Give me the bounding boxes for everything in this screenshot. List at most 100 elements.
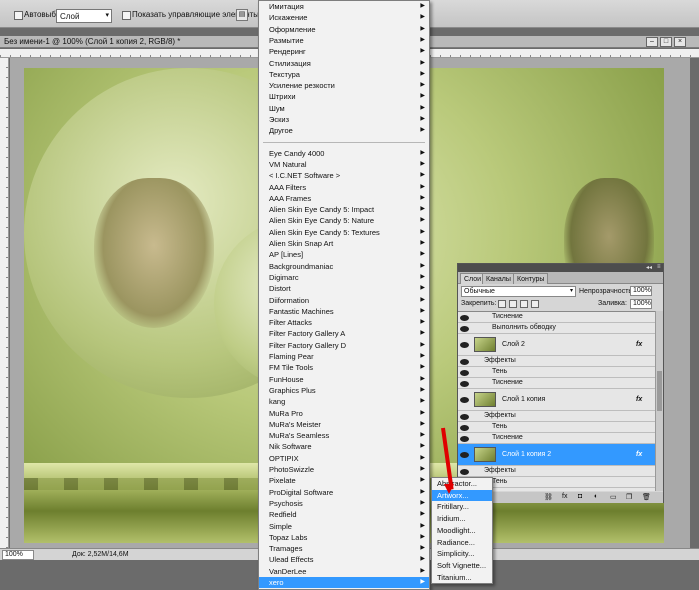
eye-icon[interactable] [460,315,469,321]
menu-item[interactable]: Другое ▶ [259,125,429,136]
submenu-item[interactable]: Titanium... [432,572,492,583]
mask-icon[interactable]: ◘ [578,493,582,500]
menu-item[interactable]: Штрихи ▶ [259,91,429,102]
menu-item[interactable]: Усиление резкости ▶ [259,80,429,91]
link-icon[interactable]: ⛓ [544,493,553,501]
menu-item[interactable]: MuRa's Seamless ▶ [259,430,429,441]
fx-menu-icon[interactable]: fx [562,493,567,500]
fill-field[interactable]: 100% [630,299,652,309]
eye-icon[interactable] [460,452,469,458]
layer-row-sloi-2[interactable]: Слой 2 fx [458,334,655,356]
menu-item[interactable]: Filter Attacks ▶ [259,317,429,328]
menu-item[interactable]: Стилизация ▶ [259,58,429,69]
submenu-item[interactable]: Simplicity... [432,548,492,559]
opacity-field[interactable]: 100% [630,286,652,296]
vertical-ruler[interactable] [0,58,9,548]
lock-all-icon[interactable] [531,300,539,308]
autoselect-checkbox[interactable] [14,11,23,20]
menu-item[interactable]: Alien Skin Eye Candy 5: Impact ▶ [259,204,429,215]
lock-transparent-icon[interactable] [498,300,506,308]
menu-item[interactable]: Filter Factory Gallery D ▶ [259,340,429,351]
folder-icon[interactable]: ▭ [610,493,617,501]
close-icon[interactable]: × [674,37,686,47]
menu-item[interactable]: Topaz Labs ▶ [259,532,429,543]
menu-item[interactable]: AAA Frames ▶ [259,193,429,204]
menu-item[interactable]: Fantastic Machines ▶ [259,306,429,317]
tab-channels[interactable]: Каналы [482,273,515,284]
menu-item[interactable]: Размытие ▶ [259,35,429,46]
menu-item[interactable]: Graphics Plus ▶ [259,385,429,396]
blend-mode-select[interactable]: Обычные ▾ [461,286,576,297]
eye-icon[interactable] [460,414,469,420]
layer-row-sloi-1-kopiya[interactable]: Слой 1 копия fx [458,389,655,411]
menu-item[interactable]: Искажение ▶ [259,12,429,23]
menu-item[interactable]: Шум ▶ [259,103,429,114]
menu-item[interactable]: Рендеринг ▶ [259,46,429,57]
scrollbar-thumb[interactable] [657,371,662,411]
new-layer-icon[interactable]: ❐ [626,493,632,501]
menu-item[interactable]: VanDerLee ▶ [259,566,429,577]
menu-item[interactable]: OPTIPIX ▶ [259,453,429,464]
minimize-icon[interactable]: – [646,37,658,47]
eye-icon[interactable] [460,469,469,475]
menu-item[interactable]: Distort ▶ [259,283,429,294]
panel-header[interactable]: ◂◂ ≡ [458,264,663,272]
fx-icon[interactable]: fx [636,396,642,403]
eye-icon[interactable] [460,370,469,376]
menu-item[interactable]: AP [Lines] ▶ [259,249,429,260]
lock-position-icon[interactable] [520,300,528,308]
eye-icon[interactable] [460,397,469,403]
menu-item[interactable]: Эскиз ▶ [259,114,429,125]
menu-item[interactable]: MuRa's Meister ▶ [259,419,429,430]
effects-row[interactable]: Эффекты [458,356,655,367]
submenu-item[interactable]: Radiance... [432,537,492,548]
menu-item[interactable]: MuRa Pro ▶ [259,408,429,419]
eye-icon[interactable] [460,342,469,348]
menu-item[interactable]: Redfield ▶ [259,509,429,520]
menu-item[interactable]: Diiformation ▶ [259,295,429,306]
fx-icon[interactable]: fx [636,451,642,458]
menu-item[interactable]: Alien Skin Snap Art ▶ [259,238,429,249]
zoom-field[interactable]: 100% [2,550,34,560]
submenu-item[interactable]: Artworx... [432,489,492,501]
eye-icon[interactable] [460,359,469,365]
panel-menu-icon[interactable]: ≡ [657,264,661,270]
tab-paths[interactable]: Контуры [513,273,549,284]
menu-item[interactable]: Pixelate ▶ [259,475,429,486]
effect-row[interactable]: Тиснение [458,378,655,389]
menu-item[interactable]: Simple ▶ [259,521,429,532]
menu-item[interactable]: Имитация ▶ [259,1,429,12]
eye-icon[interactable] [460,436,469,442]
lock-pixels-icon[interactable] [509,300,517,308]
menu-item[interactable]: < I.C.NET Software > ▶ [259,170,429,181]
menu-item[interactable]: VM Natural ▶ [259,159,429,170]
eye-icon[interactable] [460,425,469,431]
submenu-item[interactable]: Moodlight... [432,525,492,536]
menu-item[interactable]: Оформление ▶ [259,24,429,35]
layer-row-sloi-1-kopiya-2[interactable]: Слой 1 копия 2 fx [458,444,655,466]
effect-row[interactable]: Тень [458,367,655,378]
menu-item[interactable]: PhotoSwizzle ▶ [259,464,429,475]
doc-size-info[interactable]: Док: 2,52M/14,6M [72,551,129,558]
menu-item[interactable]: FM Tile Tools ▶ [259,362,429,373]
menu-item[interactable]: Backgroundmaniac ▶ [259,261,429,272]
menu-item[interactable]: Tramages ▶ [259,543,429,554]
effects-row[interactable]: Эффекты [458,466,655,477]
show-controls-checkbox[interactable] [122,11,131,20]
eye-icon[interactable] [460,381,469,387]
effect-row[interactable]: Тиснение [458,312,655,323]
trash-icon[interactable]: 🗑 [642,493,651,501]
collapse-icon[interactable]: ◂◂ [646,264,652,271]
menu-item[interactable]: Alien Skin Eye Candy 5: Textures ▶ [259,227,429,238]
menu-item[interactable]: AAA Filters ▶ [259,182,429,193]
menu-item[interactable]: Digimarc ▶ [259,272,429,283]
submenu-item[interactable]: Iridium... [432,513,492,524]
effects-row[interactable]: Эффекты [458,411,655,422]
effect-row[interactable]: Тиснение [458,433,655,444]
adjustment-icon[interactable]: ◐ [594,493,598,500]
fx-icon[interactable]: fx [636,341,642,348]
menu-item[interactable]: Текстура ▶ [259,69,429,80]
menu-item[interactable]: Ulead Effects ▶ [259,554,429,565]
align-icon[interactable]: ▤ [236,9,248,21]
submenu-item[interactable]: Fritillary... [432,501,492,512]
